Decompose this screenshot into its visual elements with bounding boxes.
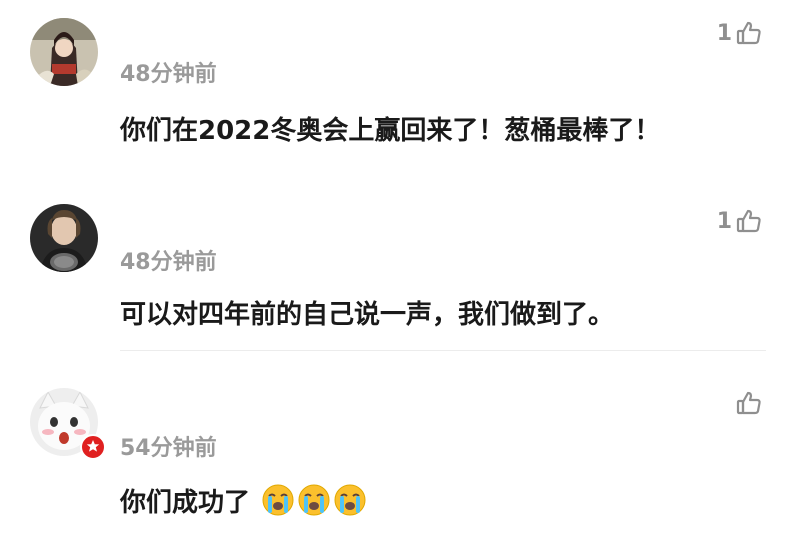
verified-badge xyxy=(80,434,106,460)
like-button[interactable]: 1 xyxy=(717,208,762,234)
crying-face-emoji xyxy=(261,483,295,524)
like-count: 1 xyxy=(716,20,732,46)
comment-text: 你们成功了 xyxy=(120,488,251,518)
like-button[interactable]: 1 xyxy=(717,20,762,46)
comment-content: 你们成功了 xyxy=(120,482,367,524)
comment-text: 可以对四年前的自己说一声，我们做到了。 xyxy=(120,300,615,330)
comment-text: 你们在2022冬奥会上赢回来了！葱桶最棒了！ xyxy=(120,116,661,146)
comment-time: 48分钟前 xyxy=(120,250,217,275)
comment-item: 48分钟前 1 你们在2022冬奥会上赢回来了！葱桶最棒了！ xyxy=(0,0,800,190)
avatar[interactable] xyxy=(30,204,98,272)
divider xyxy=(120,350,766,351)
crying-face-emoji xyxy=(333,483,367,524)
thumbs-up-icon xyxy=(736,390,762,416)
like-count: 1 xyxy=(716,208,732,234)
comment-item: 54分钟前 你们成功了 xyxy=(0,370,800,541)
comment-time: 48分钟前 xyxy=(120,62,217,87)
thumbs-up-icon xyxy=(736,20,762,46)
like-button[interactable] xyxy=(732,390,762,416)
thumbs-up-icon xyxy=(736,208,762,234)
star-icon xyxy=(86,438,100,457)
crying-face-emoji xyxy=(297,483,331,524)
avatar[interactable] xyxy=(30,18,98,86)
comment-time: 54分钟前 xyxy=(120,436,217,461)
comment-item: 48分钟前 1 可以对四年前的自己说一声，我们做到了。 xyxy=(0,190,800,360)
